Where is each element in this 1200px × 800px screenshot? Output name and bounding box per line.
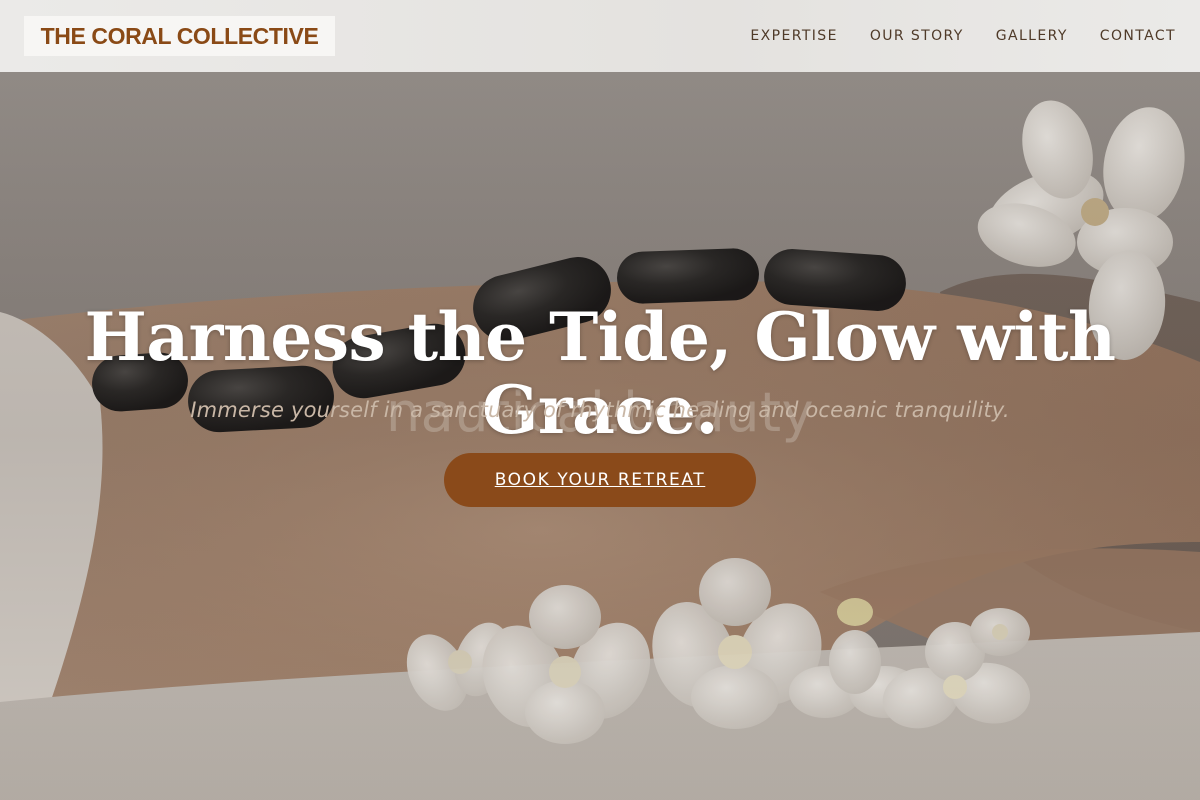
site-logo[interactable]: THE CORAL COLLECTIVE: [24, 16, 335, 56]
hero-title: Harness the Tide, Glow with Grace.: [84, 298, 1117, 449]
nav-link-expertise[interactable]: EXPERTISE: [750, 28, 837, 44]
book-retreat-button[interactable]: BOOK YOUR RETREAT: [444, 453, 756, 507]
hero-subtitle: Immerse yourself in a sanctuary of rhyth…: [190, 398, 1010, 422]
nav-link-our-story[interactable]: OUR STORY: [870, 28, 964, 44]
hero-section: nautical.beauty Harness the Tide, Glow w…: [0, 72, 1200, 800]
nav-link-gallery[interactable]: GALLERY: [996, 28, 1068, 44]
nav-link-contact[interactable]: CONTACT: [1100, 28, 1176, 44]
site-header: THE CORAL COLLECTIVE EXPERTISE OUR STORY…: [0, 0, 1200, 72]
main-nav: EXPERTISE OUR STORY GALLERY CONTACT: [750, 0, 1176, 72]
